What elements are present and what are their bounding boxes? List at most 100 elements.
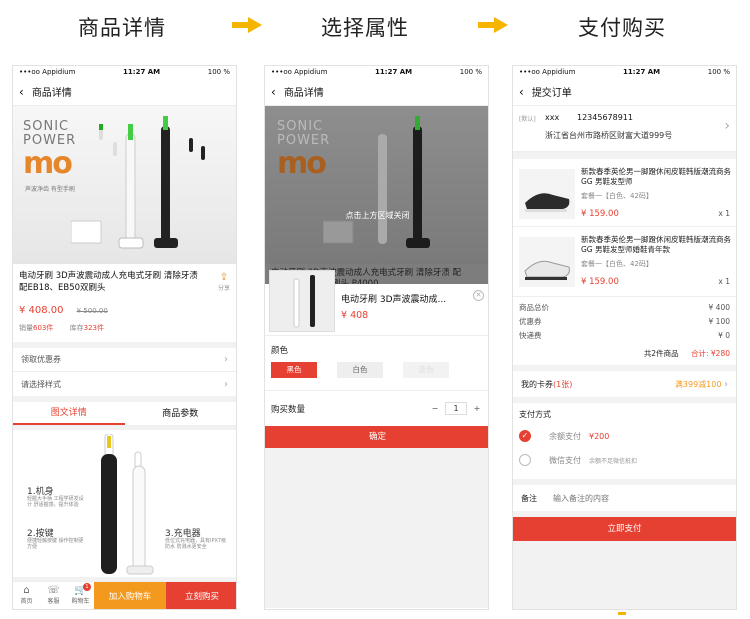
shoe-image bbox=[524, 260, 570, 280]
clock: 11:27 AM bbox=[375, 68, 413, 76]
chevron-right-icon: › bbox=[724, 378, 728, 390]
home-label: 首页 bbox=[20, 598, 33, 605]
carrier: •••oo Appidium bbox=[519, 68, 576, 76]
brand-text: SONIC POWER bbox=[23, 119, 77, 148]
battery: 100 % bbox=[459, 68, 482, 76]
color-option-white[interactable]: 白色 bbox=[337, 362, 383, 378]
pay-balance-label: 余额支付 bbox=[549, 431, 581, 441]
coupon-row[interactable]: 领取优惠券 › bbox=[13, 348, 236, 372]
service-label: 客服 bbox=[47, 598, 60, 605]
address-card[interactable]: [默认] xxx 12345678911 浙江省台州市路桥区财富大道999号 › bbox=[513, 106, 736, 152]
bottom-service[interactable]: ☏ 客服 bbox=[40, 582, 67, 609]
sheet-empty-area bbox=[265, 448, 488, 608]
status-bar: •••oo Appidium 11:27 AM 100 % bbox=[513, 66, 736, 78]
coupon-value: ¥ 100 bbox=[708, 317, 730, 326]
feature-charger-desc: 低位式充电器，具有IPX7级防水 防溅水更安全 bbox=[165, 538, 227, 550]
coupon-label: 优惠券 bbox=[519, 317, 542, 326]
old-price: ¥ 500.00 bbox=[76, 307, 108, 315]
address-phone: 12345678911 bbox=[577, 113, 633, 122]
quantity-input[interactable]: 1 bbox=[445, 402, 467, 415]
status-bar: •••oo Appidium 11:27 AM 100 % bbox=[265, 66, 488, 78]
toothbrush-detail-illustration bbox=[101, 434, 154, 575]
page-title: 提交订单 bbox=[531, 88, 572, 99]
share-label: 分享 bbox=[217, 285, 230, 292]
page-title: 商品详情 bbox=[31, 88, 72, 99]
payment-label: 支付方式 bbox=[519, 410, 551, 419]
qty-plus-button[interactable]: + bbox=[470, 404, 484, 413]
radio-checked-icon[interactable]: ✓ bbox=[519, 430, 531, 442]
radio-unchecked-icon[interactable] bbox=[519, 454, 531, 466]
color-option-black[interactable]: 黑色 bbox=[271, 362, 317, 378]
tab-detail[interactable]: 图文详情 bbox=[13, 402, 125, 425]
order-item[interactable]: 新款春季英伦男一脚蹬休闲皮鞋韩版潮流商务GG 男鞋发型师婚鞋青年款 套餐一【白色… bbox=[513, 227, 736, 297]
card-count: (1张) bbox=[553, 379, 573, 389]
buy-now-button[interactable]: 立刻购买 bbox=[166, 582, 236, 609]
detail-image: 1.机身 轻握大手柄 工程学研发设计 舒适握感，提升体验 2.按键 便捷轻触按键… bbox=[13, 430, 236, 577]
sales-label: 销量 bbox=[19, 324, 33, 332]
share-button[interactable]: ⇪ 分享 bbox=[218, 272, 230, 292]
add-to-cart-button[interactable]: 加入购物车 bbox=[94, 582, 166, 609]
close-icon[interactable]: ✕ bbox=[473, 290, 484, 301]
sales-value: 603件 bbox=[33, 324, 54, 332]
phone-product-detail: •••oo Appidium 11:27 AM 100 % ‹ 商品详情 SON… bbox=[12, 65, 237, 610]
card-coupon-row[interactable]: 我的卡券(1张) 满399减100 › bbox=[513, 371, 736, 397]
nav-bar: ‹ 提交订单 bbox=[513, 78, 736, 106]
stock-label: 库存 bbox=[69, 324, 84, 332]
back-icon[interactable]: ‹ bbox=[519, 85, 524, 99]
tab-params[interactable]: 商品参数 bbox=[125, 402, 237, 425]
product-info: 电动牙刷 3D声波震动成人充电式牙刷 清除牙渍 配EB18、EB50双刷头 ⇪ … bbox=[13, 264, 236, 342]
arrow-right-icon bbox=[478, 17, 508, 33]
overlay-hint: 点击上方区域关闭 bbox=[345, 211, 410, 220]
order-items: 新款春季英伦男一脚蹬休闲皮鞋韩版潮流商务GG 男鞋发型师 套餐一【白色、42码】… bbox=[513, 159, 736, 297]
battery: 100 % bbox=[707, 68, 730, 76]
item-qty: x 1 bbox=[718, 277, 730, 286]
product-price: ¥ 408.00 bbox=[19, 305, 64, 316]
card-value: 满399减100 bbox=[674, 379, 722, 389]
total-value: ¥ 400 bbox=[708, 303, 730, 312]
quantity-row: 购买数量 − 1 + bbox=[265, 390, 488, 426]
item-qty: x 1 bbox=[718, 209, 730, 218]
color-option-disabled: 蓝色 bbox=[403, 362, 449, 378]
product-image[interactable]: SONIC POWER mo 声波净齿 有型手刷 bbox=[13, 106, 236, 264]
chevron-right-icon: › bbox=[224, 354, 228, 365]
choose-style-row[interactable]: 请选择样式 › bbox=[13, 372, 236, 396]
note-input[interactable] bbox=[553, 493, 703, 503]
coupon-label: 领取优惠券 bbox=[21, 355, 61, 364]
back-icon[interactable]: ‹ bbox=[271, 85, 276, 99]
brand-subtitle: 声波净齿 有型手刷 bbox=[25, 186, 75, 193]
share-icon: ⇪ bbox=[219, 272, 229, 283]
bottom-bar: ⌂ 首页 ☏ 客服 🛒 购物车 1 加入购物车 立刻购买 bbox=[13, 581, 236, 609]
pay-now-button[interactable]: 立即支付 bbox=[513, 517, 736, 541]
shipping-label: 快递费 bbox=[519, 331, 542, 340]
item-spec: 套餐一【白色、42码】 bbox=[581, 260, 653, 268]
quantity-stepper: − 1 + bbox=[428, 402, 484, 415]
cart-badge: 1 bbox=[83, 583, 91, 591]
payment-methods: 支付方式 ✓ 余额支付 ¥200 微信支付 余额不足微信抵扣 bbox=[513, 403, 736, 479]
carrier: •••oo Appidium bbox=[19, 68, 76, 76]
nav-bar: ‹ 商品详情 bbox=[265, 78, 488, 106]
step-title-pay: 支付购买 bbox=[578, 16, 666, 40]
carrier: •••oo Appidium bbox=[271, 68, 328, 76]
clock: 11:27 AM bbox=[123, 68, 161, 76]
chat-icon: ☏ bbox=[47, 585, 60, 596]
order-item[interactable]: 新款春季英伦男一脚蹬休闲皮鞋韩版潮流商务GG 男鞋发型师 套餐一【白色、42码】… bbox=[513, 159, 736, 227]
note-row: 备注 bbox=[513, 485, 736, 511]
payment-wechat[interactable]: 微信支付 余额不足微信抵扣 bbox=[519, 454, 730, 466]
item-price: ¥ 159.00 bbox=[581, 277, 619, 287]
arrow-right-icon bbox=[232, 17, 262, 33]
pay-balance-amount: ¥200 bbox=[589, 431, 610, 441]
confirm-button[interactable]: 确定 bbox=[265, 426, 488, 448]
step-title-detail: 商品详情 bbox=[78, 16, 166, 40]
price-summary: 商品总价 ¥ 400 优惠券 ¥ 100 快递费 ¥ 0 共2件商品 合计: ¥280 bbox=[513, 297, 736, 365]
attr-sheet: 电动牙刷 3D声波震动成... ¥ 408 ✕ 颜色 黑色 白色 蓝色 购买数量… bbox=[265, 270, 488, 609]
back-icon[interactable]: ‹ bbox=[19, 85, 24, 99]
choose-style-label: 请选择样式 bbox=[21, 379, 61, 389]
product-image-dimmed[interactable]: SONIC POWER mo 点击上方区域关闭 bbox=[265, 106, 488, 264]
bottom-cart[interactable]: 🛒 购物车 1 bbox=[67, 582, 94, 609]
chevron-right-icon: › bbox=[224, 378, 228, 390]
total-label: 商品总价 bbox=[519, 303, 549, 312]
payment-balance[interactable]: ✓ 余额支付 ¥200 bbox=[519, 430, 730, 442]
bottom-home[interactable]: ⌂ 首页 bbox=[13, 582, 40, 609]
qty-minus-button[interactable]: − bbox=[428, 404, 442, 413]
item-spec: 套餐一【白色、42码】 bbox=[581, 192, 653, 200]
